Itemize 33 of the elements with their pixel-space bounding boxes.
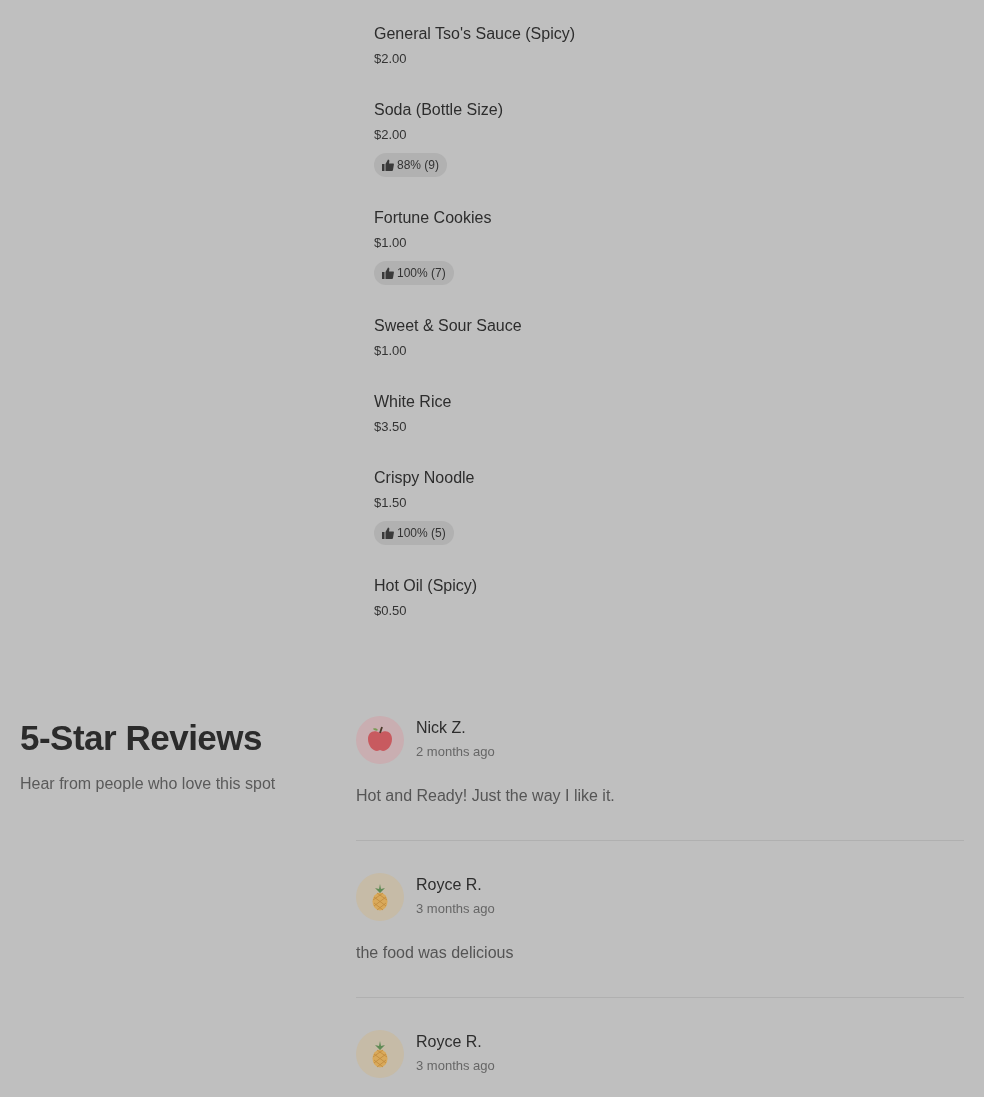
menu-item-name[interactable]: Sweet & Sour Sauce — [374, 314, 522, 338]
reviewer-name: Royce R. — [416, 875, 482, 895]
rating-text: 100% (5) — [397, 526, 446, 540]
section-title: 5-Star Reviews — [20, 717, 263, 759]
review-time: 3 months ago — [416, 900, 495, 918]
reviewer-name: Nick Z. — [416, 718, 466, 738]
avatar-icon — [356, 1030, 404, 1078]
rating-text: 88% (9) — [397, 158, 440, 172]
thumbs-up-icon — [382, 267, 394, 279]
avatar-icon — [356, 873, 404, 921]
rating-text: 100% (7) — [397, 266, 446, 280]
menu-item-name[interactable]: White Rice — [374, 390, 452, 414]
menu-item-name[interactable]: Fortune Cookies — [374, 206, 492, 230]
menu-item-name[interactable]: Soda (Bottle Size) — [374, 98, 503, 122]
menu-item-price: $2.00 — [374, 126, 407, 144]
menu-item-price: $3.50 — [374, 418, 407, 436]
thumbs-up-icon — [382, 159, 394, 171]
thumbs-up-icon — [382, 527, 394, 539]
menu-item-price: $0.50 — [374, 602, 407, 620]
review-time: 3 months ago — [416, 1057, 495, 1075]
section-subtitle: Hear from people who love this spot — [20, 774, 276, 794]
menu-item-name[interactable]: Hot Oil (Spicy) — [374, 574, 478, 598]
menu-item-name[interactable]: Crispy Noodle — [374, 466, 475, 490]
review-text: the food was delicious — [356, 943, 515, 963]
menu-item-price: $1.00 — [374, 234, 407, 252]
menu-item-name[interactable]: General Tso's Sauce (Spicy) — [374, 22, 576, 46]
avatar-icon — [356, 716, 404, 764]
review-text: Hot and Ready! Just the way I like it. — [356, 786, 616, 806]
menu-item-price: $1.50 — [374, 494, 407, 512]
review-time: 2 months ago — [416, 743, 495, 761]
reviewer-name: Royce R. — [416, 1032, 482, 1052]
menu-item-price: $2.00 — [374, 50, 407, 68]
menu-item-price: $1.00 — [374, 342, 407, 360]
